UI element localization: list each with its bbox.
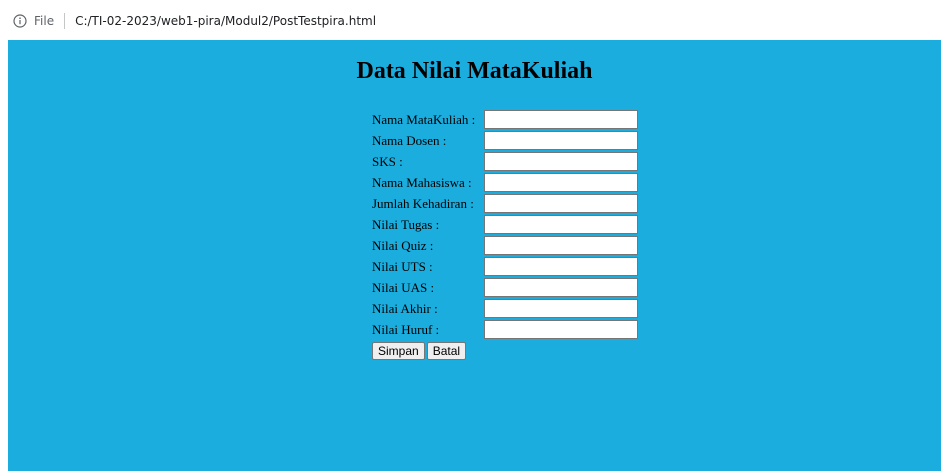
form-row-nama-mahasiswa: Nama Mahasiswa : <box>371 173 639 192</box>
nama-matakuliah-input[interactable] <box>484 110 638 129</box>
address-separator <box>64 13 66 29</box>
label-nama-dosen: Nama Dosen : <box>372 132 447 148</box>
nilai-akhir-input[interactable] <box>484 299 638 318</box>
label-nilai-akhir: Nilai Akhir : <box>372 300 438 316</box>
button-cell: Simpan Batal <box>371 341 639 360</box>
form-row-nilai-tugas: Nilai Tugas : <box>371 215 639 234</box>
form-row-nilai-quiz: Nilai Quiz : <box>371 236 639 255</box>
nilai-tugas-input[interactable] <box>484 215 638 234</box>
form-row-nilai-uas: Nilai UAS : <box>371 278 639 297</box>
browser-address-bar: File C:/TI-02-2023/web1-pira/Modul2/Post… <box>0 0 941 40</box>
url-text[interactable]: C:/TI-02-2023/web1-pira/Modul2/PostTestp… <box>75 14 376 28</box>
jumlah-kehadiran-input[interactable] <box>484 194 638 213</box>
sks-input[interactable] <box>484 152 638 171</box>
label-nilai-uas: Nilai UAS : <box>372 279 435 295</box>
form-row-nilai-huruf: Nilai Huruf : <box>371 320 639 339</box>
form-row-nilai-uts: Nilai UTS : <box>371 257 639 276</box>
form-row-sks: SKS : <box>371 152 639 171</box>
page-title: Data Nilai MataKuliah <box>356 58 593 84</box>
nilai-quiz-input[interactable] <box>484 236 638 255</box>
page-body: Data Nilai MataKuliah Nama MataKuliah : … <box>8 40 941 471</box>
form-row-nilai-akhir: Nilai Akhir : <box>371 299 639 318</box>
nilai-uts-input[interactable] <box>484 257 638 276</box>
address-bar-content: File C:/TI-02-2023/web1-pira/Modul2/Post… <box>12 12 376 30</box>
info-icon[interactable] <box>12 13 28 29</box>
form-row-buttons: Simpan Batal <box>371 341 639 360</box>
label-jumlah-kehadiran: Jumlah Kehadiran : <box>372 195 474 211</box>
nilai-uas-input[interactable] <box>484 278 638 297</box>
nilai-huruf-input[interactable] <box>484 320 638 339</box>
form-row-nama-matakuliah: Nama MataKuliah : <box>371 110 639 129</box>
label-sks: SKS : <box>372 153 403 169</box>
form-table: Nama MataKuliah : Nama Dosen : SKS : Nam… <box>369 108 641 362</box>
form-row-jumlah-kehadiran: Jumlah Kehadiran : <box>371 194 639 213</box>
label-nilai-uts: Nilai UTS : <box>372 258 433 274</box>
label-nama-matakuliah: Nama MataKuliah : <box>372 111 476 127</box>
file-scheme-label[interactable]: File <box>34 14 54 28</box>
nama-dosen-input[interactable] <box>484 131 638 150</box>
label-nilai-tugas: Nilai Tugas : <box>372 216 440 232</box>
label-nama-mahasiswa: Nama Mahasiswa : <box>372 174 472 190</box>
label-nilai-huruf: Nilai Huruf : <box>372 321 440 337</box>
simpan-button[interactable]: Simpan <box>372 341 425 360</box>
nama-mahasiswa-input[interactable] <box>484 173 638 192</box>
form-row-nama-dosen: Nama Dosen : <box>371 131 639 150</box>
label-nilai-quiz: Nilai Quiz : <box>372 237 434 253</box>
batal-button[interactable]: Batal <box>426 341 467 360</box>
